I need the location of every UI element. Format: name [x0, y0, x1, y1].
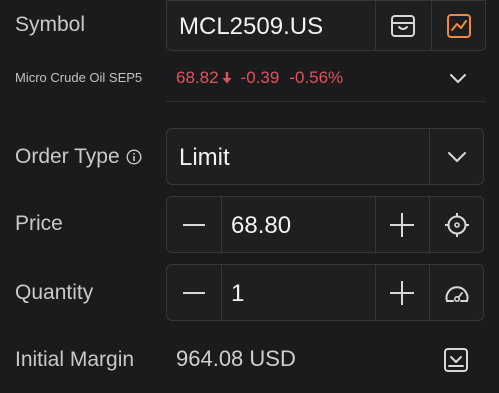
price-change-pct: -0.56% — [289, 68, 344, 87]
plus-icon — [390, 280, 414, 305]
download-box-icon — [443, 347, 469, 373]
order-type-value: Limit — [179, 144, 230, 171]
price-input[interactable]: 68.80 — [231, 212, 291, 240]
symbol-label: Symbol — [15, 13, 86, 36]
order-type-dropdown-button[interactable] — [429, 129, 484, 184]
price-stepper[interactable]: 68.80 — [166, 196, 484, 253]
chart-button[interactable] — [431, 1, 486, 50]
quantity-increase-button[interactable] — [375, 265, 429, 320]
gauge-icon — [443, 281, 471, 305]
down-arrow-icon — [221, 71, 233, 85]
symbol-value: MCL2509.US — [179, 13, 324, 40]
last-price: 68.82 — [176, 68, 219, 87]
price-change: -0.39 — [240, 68, 280, 87]
order-type-select[interactable]: Limit — [166, 128, 484, 185]
quantity-decrease-button[interactable] — [167, 265, 221, 320]
instrument-name: Micro Crude Oil SEP5 — [15, 70, 143, 85]
chevron-down-icon — [449, 72, 467, 84]
order-type-label-group: Order Type — [15, 145, 142, 169]
quantity-gauge-button[interactable] — [429, 265, 484, 320]
price-target-button[interactable] — [429, 197, 484, 252]
initial-margin-value: 964.08 USD — [176, 346, 296, 371]
symbol-field[interactable]: MCL2509.US — [166, 0, 486, 51]
price-increase-button[interactable] — [375, 197, 429, 252]
inbox-icon — [390, 14, 416, 38]
price-decrease-button[interactable] — [167, 197, 221, 252]
price-label: Price — [15, 212, 63, 235]
minus-icon — [183, 223, 205, 227]
info-icon[interactable] — [126, 149, 142, 165]
divider — [166, 101, 486, 102]
order-type-label: Order Type — [15, 145, 120, 168]
quantity-input[interactable]: 1 — [231, 280, 244, 308]
expand-quote-button[interactable] — [446, 66, 470, 90]
chart-icon — [446, 13, 472, 39]
quantity-stepper[interactable]: 1 — [166, 264, 484, 321]
watchlist-button[interactable] — [375, 1, 431, 50]
initial-margin-label: Initial Margin — [15, 348, 135, 371]
chevron-down-icon — [447, 151, 467, 163]
margin-details-button[interactable] — [440, 344, 472, 376]
quote-line: 68.82 -0.39 -0.56% — [176, 68, 343, 88]
minus-icon — [183, 291, 205, 295]
plus-icon — [390, 212, 414, 237]
quantity-label: Quantity — [15, 281, 94, 304]
crosshair-icon — [444, 212, 470, 238]
